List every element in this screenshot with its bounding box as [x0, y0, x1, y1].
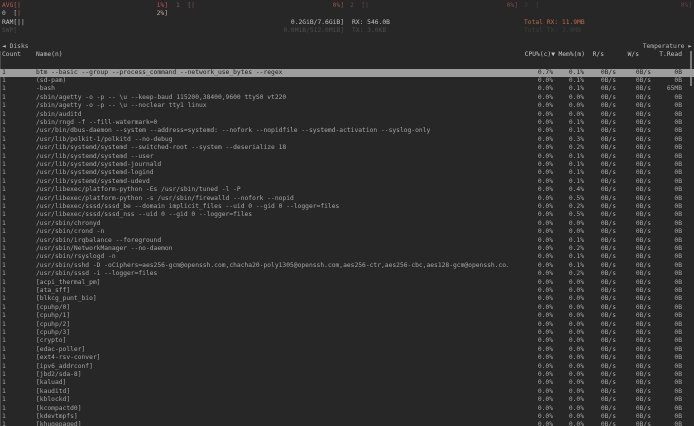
- process-row[interactable]: 1[acpi_thermal_pm]0.0%0.0%0B/s0B/s0B: [0, 279, 694, 287]
- process-row[interactable]: 1[kcompactd0]0.0%0.0%0B/s0B/s0B: [0, 405, 694, 413]
- process-row[interactable]: 1[edac-poller]0.0%0.0%0B/s0B/s0B: [0, 346, 694, 354]
- column-header-name[interactable]: Name(n): [36, 51, 63, 59]
- cpu-gauge-avg: AVG[|1%]: [2, 2, 168, 10]
- ram-gauge-value: 0.2GiB/7.6GiB]: [291, 19, 344, 27]
- process-row[interactable]: 1/usr/libexec/sssd/sssd_nss --uid 0 --gi…: [0, 211, 694, 219]
- process-row[interactable]: 1/usr/libexec/platform-python -Es /usr/s…: [0, 186, 694, 194]
- network-total-tx: Total TX: 3.0MB: [524, 27, 581, 35]
- process-row[interactable]: 1/usr/sbin/irqbalance --foreground0.0%0.…: [0, 237, 694, 245]
- column-header-read-per-sec[interactable]: R/s: [593, 51, 604, 59]
- process-row[interactable]: 1/sbin/agetty -o -p -- \u --keep-baud 11…: [0, 94, 694, 102]
- process-row[interactable]: 1[kdevtmpfs]0.0%0.0%0B/s0B/s0B: [0, 413, 694, 421]
- process-row[interactable]: 1/usr/sbin/chronyd0.0%0.0%0B/s0B/s0B: [0, 220, 694, 228]
- ram-gauge: RAM[|| 0.2GiB/7.6GiB]: [2, 19, 344, 27]
- column-header-write-per-sec[interactable]: W/s: [628, 51, 639, 59]
- ram-gauge-label: RAM[: [2, 19, 17, 27]
- column-header-count[interactable]: Count: [2, 51, 21, 59]
- process-row[interactable]: 1/usr/lib/systemd/systemd --user0.0%0.1%…: [0, 153, 694, 161]
- network-total-rx: Total RX: 11.9MB: [524, 19, 585, 27]
- process-row[interactable]: 1/usr/sbin/sshd -D -oCiphers=aes256-gcm@…: [0, 262, 694, 270]
- process-row[interactable]: 1[khugepaged]0.0%0.0%0B/s0B/s0B: [0, 421, 694, 426]
- process-row[interactable]: 1[ipv6_addrconf]0.0%0.0%0B/s0B/s0B: [0, 363, 694, 371]
- process-row[interactable]: 1/usr/sbin/sssd -i --logger=files0.0%0.2…: [0, 270, 694, 278]
- process-row[interactable]: 1/usr/bin/dbus-daemon --system --address…: [0, 127, 694, 135]
- process-row[interactable]: 1[kblockd]0.0%0.0%0B/s0B/s0B: [0, 396, 694, 404]
- network-rx: RX: 546.0B: [352, 19, 390, 27]
- process-row[interactable]: 1[cpuhp/2]0.0%0.0%0B/s0B/s0B: [0, 321, 694, 329]
- cpu-gauge-cpu0: 0 [|2%]: [2, 10, 168, 18]
- swap-gauge-label: SWP[: [2, 27, 17, 35]
- process-row-selected[interactable]: 1btm --basic --group --process_command -…: [0, 69, 694, 77]
- process-row[interactable]: 1[cpuhp/3]0.0%0.0%0B/s0B/s0B: [0, 329, 694, 337]
- process-row[interactable]: 1/usr/libexec/platform-python -s /usr/sb…: [0, 195, 694, 203]
- tab-temperature[interactable]: Temperature ►: [643, 43, 692, 51]
- process-row[interactable]: 1/usr/sbin/crond -n0.0%0.0%0B/s0B/s0B: [0, 228, 694, 236]
- process-row[interactable]: 1[crypto]0.0%0.0%0B/s0B/s0B: [0, 337, 694, 345]
- cpu-gauge-cpu1: 1 [|0%]: [176, 2, 344, 10]
- process-row[interactable]: 1[ext4-rsv-conver]0.0%0.0%0B/s0B/s0B: [0, 354, 694, 362]
- column-header-total-read[interactable]: T.Read: [659, 51, 682, 59]
- process-row[interactable]: 1/usr/lib/polkit-1/polkitd --no-debug0.0…: [0, 136, 694, 144]
- process-row[interactable]: 1[ata_sff]0.0%0.0%0B/s0B/s0B: [0, 287, 694, 295]
- process-row[interactable]: 1[kaluad]0.0%0.0%0B/s0B/s0B: [0, 379, 694, 387]
- process-row[interactable]: 1(sd-pam)0.0%0.1%0B/s0B/s0B: [0, 77, 694, 85]
- process-row[interactable]: 1/usr/lib/systemd/systemd-logind0.0%0.1%…: [0, 169, 694, 177]
- process-row[interactable]: 1[jbd2/sda-8]0.0%0.0%0B/s0B/s0B: [0, 371, 694, 379]
- process-row[interactable]: 1/sbin/rngd -f --fill-watermark=00.0%0.1…: [0, 119, 694, 127]
- column-header-mem[interactable]: Mem%(m): [558, 51, 585, 59]
- btm-terminal: AVG[|1%]0 [|2%] 1 [|0%] 2 [|0%] 3 [0%] RAM[…: [0, 0, 694, 426]
- ram-gauge-ticks: ||: [17, 19, 25, 27]
- process-row[interactable]: 1[kauditd]0.0%0.0%0B/s0B/s0B: [0, 388, 694, 396]
- process-row[interactable]: 1[cpuhp/0]0.0%0.0%0B/s0B/s0B: [0, 304, 694, 312]
- cpu-gauge-cpu3: 3 [0%]: [524, 2, 692, 10]
- process-table-header: Count Name(n) CPU%(c)▼ Mem%(m) R/s W/s T…: [0, 51, 694, 59]
- process-row[interactable]: 1/sbin/agetty -o -p -- \u --noclear tty1…: [0, 102, 694, 110]
- process-row[interactable]: 1/usr/sbin/rsyslogd -n0.0%0.1%0B/s0B/s0B: [0, 253, 694, 261]
- swap-gauge: SWP[ 0.0MiB/512.0MiB]: [2, 27, 344, 35]
- process-row[interactable]: 1/usr/sbin/NetworkManager --no-daemon0.0…: [0, 245, 694, 253]
- process-row[interactable]: 1/usr/lib/systemd/systemd-journald0.0%0.…: [0, 161, 694, 169]
- column-header-cpu-sort[interactable]: CPU%(c)▼: [525, 51, 555, 59]
- process-row[interactable]: 1/usr/lib/systemd/systemd --switched-roo…: [0, 144, 694, 152]
- process-row[interactable]: 1/usr/lib/systemd/systemd-udevd0.0%0.1%0…: [0, 178, 694, 186]
- swap-gauge-value: 0.0MiB/512.0MiB]: [283, 27, 344, 35]
- cpu-gauge-cpu2: 2 [|0%]: [350, 2, 518, 10]
- process-row[interactable]: 1[cpuhp/1]0.0%0.0%0B/s0B/s0B: [0, 312, 694, 320]
- process-row[interactable]: 1/sbin/auditd0.0%0.0%0B/s0B/s0B: [0, 111, 694, 119]
- process-row[interactable]: 1-bash0.0%0.1%0B/s0B/s65MB: [0, 85, 694, 93]
- tab-disks[interactable]: ◄ Disks: [2, 43, 29, 51]
- process-row[interactable]: 1[blkcg_punt_bio]0.0%0.0%0B/s0B/s0B: [0, 295, 694, 303]
- network-tx: TX: 3.0KB: [352, 27, 386, 35]
- process-row[interactable]: 1/usr/libexec/sssd/sssd_be --domain impl…: [0, 203, 694, 211]
